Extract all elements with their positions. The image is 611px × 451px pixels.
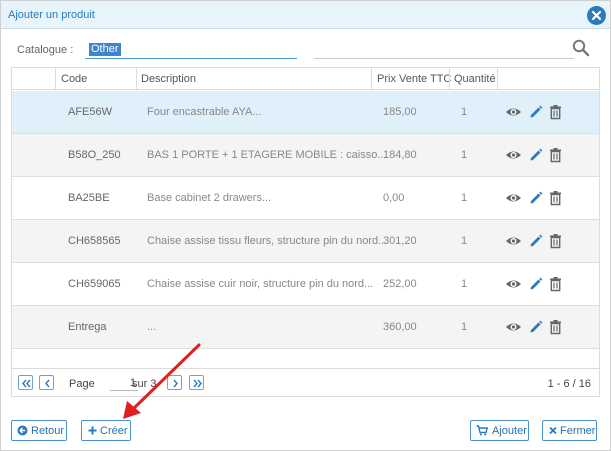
back-button[interactable]: Retour bbox=[11, 420, 67, 441]
trash-icon[interactable] bbox=[549, 276, 562, 295]
eye-icon[interactable] bbox=[505, 190, 522, 209]
products-table: Code Description Prix Vente TTC Quantité… bbox=[11, 67, 600, 397]
pencil-icon[interactable] bbox=[528, 319, 543, 338]
row-actions bbox=[505, 104, 575, 120]
eye-icon[interactable] bbox=[505, 147, 522, 166]
column-separator bbox=[136, 68, 137, 90]
add-product-dialog: Ajouter un produit Catalogue : Other Cod… bbox=[0, 0, 611, 451]
column-separator bbox=[449, 68, 450, 90]
row-description: Four encastrable AYA... bbox=[147, 106, 262, 118]
pencil-icon[interactable] bbox=[528, 104, 543, 123]
row-quantity: 1 bbox=[461, 192, 468, 204]
plus-icon bbox=[88, 426, 97, 435]
catalogue-label: Catalogue : bbox=[17, 44, 74, 56]
row-quantity: 1 bbox=[461, 149, 468, 161]
trash-icon[interactable] bbox=[549, 104, 562, 123]
row-price: 185,00 bbox=[383, 106, 417, 118]
pencil-icon[interactable] bbox=[528, 276, 543, 295]
row-code: B58O_250 bbox=[68, 149, 121, 161]
row-actions bbox=[505, 276, 575, 292]
row-quantity: 1 bbox=[461, 321, 468, 333]
eye-icon[interactable] bbox=[505, 233, 522, 252]
row-code: BA25BE bbox=[68, 192, 110, 204]
row-code: AFE56W bbox=[68, 106, 113, 118]
table-row[interactable]: CH659065 Chaise assise cuir noir, struct… bbox=[12, 263, 599, 306]
trash-icon[interactable] bbox=[549, 319, 562, 338]
row-code: CH658565 bbox=[68, 235, 121, 247]
row-price: 184,80 bbox=[383, 149, 417, 161]
prev-page-button[interactable] bbox=[39, 375, 54, 390]
row-quantity: 1 bbox=[461, 106, 468, 118]
column-separator bbox=[497, 68, 498, 90]
x-icon bbox=[549, 426, 557, 435]
pencil-icon[interactable] bbox=[528, 233, 543, 252]
trash-icon[interactable] bbox=[549, 147, 562, 166]
catalogue-input[interactable]: Other bbox=[85, 40, 297, 59]
eye-icon[interactable] bbox=[505, 276, 522, 295]
row-price: 0,00 bbox=[383, 192, 405, 204]
create-button-label: Créer bbox=[100, 425, 128, 437]
chevron-left-icon bbox=[45, 379, 50, 388]
table-row[interactable]: AFE56W Four encastrable AYA... 185,00 1 bbox=[12, 91, 599, 134]
record-count: 1 - 6 / 16 bbox=[547, 378, 591, 390]
eye-icon[interactable] bbox=[505, 104, 522, 123]
pencil-icon[interactable] bbox=[528, 147, 543, 166]
search-input[interactable] bbox=[314, 58, 574, 59]
fermer-button[interactable]: Fermer bbox=[542, 420, 597, 441]
row-quantity: 1 bbox=[461, 278, 468, 290]
row-price: 252,00 bbox=[383, 278, 417, 290]
row-actions bbox=[505, 190, 575, 206]
header-price[interactable]: Prix Vente TTC bbox=[377, 73, 451, 85]
row-actions bbox=[505, 147, 575, 163]
row-description: Chaise assise cuir noir, structure pin d… bbox=[147, 278, 374, 290]
pencil-icon[interactable] bbox=[528, 190, 543, 209]
annotation-arrow bbox=[123, 343, 201, 419]
dialog-titlebar: Ajouter un produit bbox=[1, 1, 610, 29]
close-dialog-button[interactable] bbox=[587, 6, 606, 25]
search-icon[interactable] bbox=[572, 39, 590, 57]
arrow-circle-left-icon bbox=[17, 425, 28, 436]
eye-icon[interactable] bbox=[505, 319, 522, 338]
pagination-bar: Page 1 sur 3 1 - 6 / 16 bbox=[12, 368, 599, 396]
table-row[interactable]: CH658565 Chaise assise tissu fleurs, str… bbox=[12, 220, 599, 263]
row-quantity: 1 bbox=[461, 235, 468, 247]
page-label: Page bbox=[69, 378, 95, 390]
add-button[interactable]: Ajouter bbox=[470, 420, 529, 441]
table-row[interactable]: B58O_250 BAS 1 PORTE + 1 ETAGERE MOBILE … bbox=[12, 134, 599, 177]
row-actions bbox=[505, 319, 575, 335]
row-actions bbox=[505, 233, 575, 249]
table-row[interactable]: Entrega ... 360,00 1 bbox=[12, 306, 599, 349]
column-separator bbox=[371, 68, 372, 90]
dialog-title: Ajouter un produit bbox=[8, 9, 95, 21]
first-page-button[interactable] bbox=[18, 375, 33, 390]
row-code: CH659065 bbox=[68, 278, 121, 290]
add-button-label: Ajouter bbox=[492, 425, 527, 437]
row-description: Base cabinet 2 drawers... bbox=[147, 192, 272, 204]
close-icon bbox=[591, 10, 602, 21]
trash-icon[interactable] bbox=[549, 190, 562, 209]
column-separator bbox=[55, 68, 56, 90]
trash-icon[interactable] bbox=[549, 233, 562, 252]
cart-icon bbox=[476, 425, 488, 436]
header-code[interactable]: Code bbox=[61, 73, 87, 85]
row-price: 360,00 bbox=[383, 321, 417, 333]
fermer-button-label: Fermer bbox=[560, 425, 596, 437]
row-price: 301,20 bbox=[383, 235, 417, 247]
row-description: Chaise assise tissu fleurs, structure pi… bbox=[147, 235, 388, 247]
catalogue-value: Other bbox=[89, 43, 121, 56]
back-button-label: Retour bbox=[31, 425, 65, 437]
double-chevron-left-icon bbox=[22, 379, 31, 388]
row-description: BAS 1 PORTE + 1 ETAGERE MOBILE : caisso.… bbox=[147, 149, 387, 161]
header-quantity[interactable]: Quantité bbox=[454, 73, 496, 85]
row-code: Entrega bbox=[68, 321, 107, 333]
row-description: ... bbox=[147, 321, 157, 333]
table-header: Code Description Prix Vente TTC Quantité bbox=[12, 68, 599, 90]
table-row[interactable]: BA25BE Base cabinet 2 drawers... 0,00 1 bbox=[12, 177, 599, 220]
create-button[interactable]: Créer bbox=[81, 420, 131, 441]
header-description[interactable]: Description bbox=[141, 73, 196, 85]
